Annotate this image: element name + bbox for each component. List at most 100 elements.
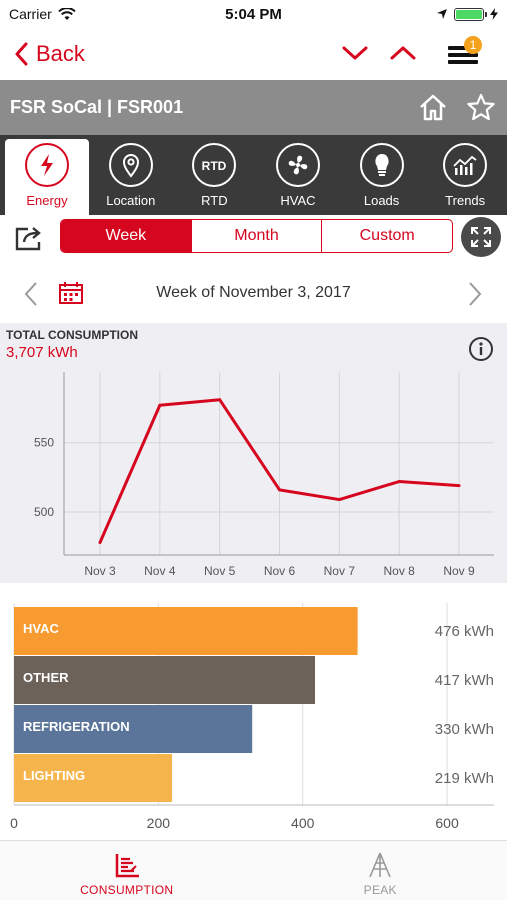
period-row: Week Month Custom — [0, 215, 507, 259]
x-tick-label: Nov 7 — [324, 564, 356, 578]
data-point — [397, 480, 401, 484]
period-month[interactable]: Month — [190, 220, 322, 252]
rtd-icon: RTD — [202, 159, 227, 173]
share-icon — [15, 227, 41, 251]
total-consumption-label: TOTAL CONSUMPTION — [6, 328, 138, 342]
bottom-tab-label: CONSUMPTION — [80, 883, 174, 897]
home-icon — [420, 94, 446, 121]
bottom-tab-label: PEAK — [363, 883, 397, 897]
line-chart-svg: 500 550 Nov 3 Nov 4 Nov 5 Nov 6 Nov 7 Nov 8 Nov … — [34, 372, 494, 578]
back-button[interactable]: Back — [14, 41, 85, 67]
svg-text:RTD: RTD — [202, 159, 227, 173]
menu-button[interactable]: 1 — [448, 36, 482, 68]
tab-label: RTD — [201, 193, 228, 208]
data-point — [158, 403, 162, 407]
back-label: Back — [36, 41, 85, 66]
tab-trends[interactable]: Trends — [423, 135, 507, 215]
period-week[interactable]: Week — [61, 220, 191, 252]
x-tick-label: Nov 6 — [264, 564, 296, 578]
favorite-button[interactable] — [465, 92, 497, 122]
charging-bolt-icon — [490, 8, 498, 20]
period-selector: Week Month Custom — [60, 219, 453, 253]
chevron-up-icon — [390, 46, 416, 60]
data-point — [457, 484, 461, 488]
previous-site-button[interactable] — [388, 36, 418, 70]
tab-hvac[interactable]: HVAC — [256, 135, 340, 215]
expand-icon — [471, 227, 491, 247]
bar-category-label: REFRIGERATION — [23, 719, 130, 734]
fan-icon — [288, 155, 308, 175]
map-pin-icon — [122, 154, 139, 178]
chevron-down-icon — [342, 46, 368, 60]
peak-icon — [369, 852, 391, 878]
carrier-label: Carrier — [9, 6, 52, 22]
location-arrow-icon — [437, 9, 447, 19]
bar-category-label: OTHER — [23, 670, 69, 685]
x-tick-label: Nov 5 — [204, 564, 236, 578]
bulb-icon — [374, 154, 389, 176]
data-point — [218, 398, 222, 402]
site-title: FSR SoCal | FSR001 — [10, 97, 184, 117]
x-tick-label: 200 — [147, 815, 171, 831]
bar-value-label: 219 kWh — [435, 770, 494, 787]
status-time: 5:04 PM — [225, 5, 282, 23]
bar-chart-svg: 0 200 400 600 HVAC 476 kWh OTHER 417 kWh REFRIGE… — [10, 603, 494, 831]
week-label: Week of November 3, 2017 — [156, 284, 351, 301]
star-icon — [467, 93, 495, 121]
bar-value-label: 476 kWh — [435, 623, 494, 640]
data-point — [337, 498, 341, 502]
battery-icon — [454, 7, 487, 21]
next-week-button[interactable] — [466, 280, 484, 308]
consumption-icon — [115, 854, 139, 878]
category-tabs: Energy Location RTD RTD HVAC Loads Trend… — [0, 135, 507, 215]
tab-label: Location — [106, 193, 156, 208]
tab-label: Loads — [363, 193, 400, 208]
wifi-icon — [58, 7, 76, 20]
trend-chart-icon — [453, 155, 477, 175]
site-header: FSR SoCal | FSR001 — [0, 80, 507, 135]
notification-badge: 1 — [464, 36, 482, 54]
status-bar: Carrier 5:04 PM — [0, 0, 507, 28]
data-point — [98, 541, 102, 545]
tab-energy[interactable]: Energy — [5, 139, 89, 215]
next-site-button[interactable] — [340, 36, 370, 70]
carrier-info: Carrier — [9, 6, 76, 22]
x-tick-label: Nov 3 — [84, 564, 116, 578]
x-tick-label: 0 — [10, 815, 18, 831]
tab-label: Energy — [26, 193, 68, 208]
x-tick-label: Nov 9 — [443, 564, 475, 578]
x-tick-label: Nov 8 — [383, 564, 415, 578]
y-tick-label: 550 — [34, 436, 54, 450]
home-button[interactable] — [417, 92, 449, 122]
fullscreen-button[interactable] — [461, 217, 501, 257]
x-tick-label: Nov 4 — [144, 564, 176, 578]
bottom-tab-peak[interactable]: PEAK — [254, 841, 507, 900]
bar-hvac — [14, 607, 358, 655]
tab-label: HVAC — [280, 193, 316, 208]
bar-category-label: HVAC — [23, 621, 59, 636]
chevron-left-icon — [15, 42, 28, 66]
nav-arrows — [340, 36, 418, 70]
bolt-icon — [41, 154, 53, 176]
data-point — [278, 488, 281, 492]
week-navigator: Week of November 3, 2017 — [0, 270, 507, 318]
nav-bar: Back 1 — [0, 28, 507, 80]
tab-location[interactable]: Location — [89, 135, 173, 215]
info-icon[interactable] — [468, 336, 494, 362]
share-button[interactable] — [14, 225, 46, 251]
consumption-breakdown-chart: 0 200 400 600 HVAC 476 kWh OTHER 417 kWh REFRIGE… — [0, 583, 507, 840]
x-tick-label: 400 — [291, 815, 315, 831]
tab-label: Trends — [445, 193, 486, 208]
status-right — [436, 7, 498, 21]
total-consumption-value: 3,707 kWh — [6, 344, 78, 361]
period-custom[interactable]: Custom — [321, 220, 452, 252]
tab-loads[interactable]: Loads — [340, 135, 424, 215]
header-actions — [417, 92, 497, 122]
bottom-tab-bar: CONSUMPTION PEAK — [0, 840, 507, 900]
bar-category-label: LIGHTING — [23, 768, 85, 783]
bar-value-label: 417 kWh — [435, 672, 494, 689]
total-consumption-chart: 500 550 Nov 3 Nov 4 Nov 5 Nov 6 Nov 7 Nov 8 Nov … — [0, 323, 507, 583]
bar-value-label: 330 kWh — [435, 721, 494, 738]
bottom-tab-consumption[interactable]: CONSUMPTION — [0, 841, 254, 900]
tab-rtd[interactable]: RTD RTD — [173, 135, 257, 215]
